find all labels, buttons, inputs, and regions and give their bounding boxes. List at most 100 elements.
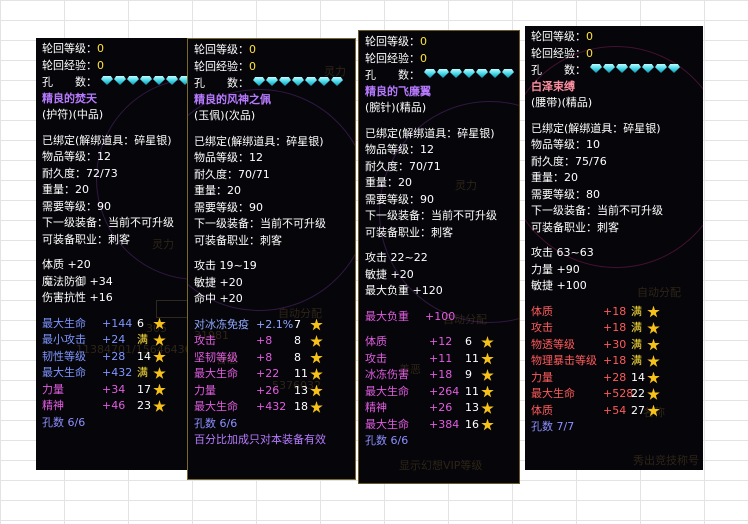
star-icon [310,351,323,364]
star-icon [153,367,166,379]
extra-stat-value: +384 [429,417,460,431]
stat-label: 轮回等级： [365,35,420,48]
stat-label: 轮回经验： [531,46,586,60]
refine-level: 11 [465,351,479,365]
basic-info-line: 物品等级：12 [194,151,263,164]
star-icon [481,385,494,398]
stat-label: 轮回等级： [194,43,249,56]
refine-level: 满 [137,333,148,346]
stat-value: 0 [249,59,256,73]
extra-stat-label: 力量 [42,382,64,396]
base-stat-line: 敏捷 +100 [531,279,587,292]
extra-stat-line: 韧性等级 +28 14 [42,349,196,366]
star-icon [647,338,660,351]
extra-stat-label: 体质 [365,335,387,348]
basic-info-line: 需要等级：80 [531,187,600,201]
stat-line: 轮回经验：0 [42,58,196,75]
diamond-gem-icon [463,69,475,78]
stat-line: 孔 数： [194,75,355,92]
gem-sockets [253,75,344,92]
basic-info-line: 耐久度：70/71 [365,159,441,173]
extra-stat-label: 精神 [365,401,387,414]
item-type: (玉佩)(次品) [194,109,256,122]
item-name: 精良的焚天 [42,91,97,105]
star-icon [647,404,660,417]
extra-stat-line: 攻击 +18 满 [531,320,703,337]
extra-stat-line: 最大生命 +432 18 [194,399,355,416]
extra-stat-line: 最大生命 +384 16 [365,417,519,434]
basic-info-line: 物品等级：10 [531,138,600,151]
extra-stat-label: 对冰冻免疫 [194,317,249,331]
extra-stat-label: 最大生命 [42,316,86,330]
diamond-gem-icon [305,77,317,86]
extra-stat-label: 物透等级 [531,337,575,351]
stat-label: 轮回经验： [194,59,249,73]
refine-level: 8 [294,334,301,347]
stat-value: 0 [420,35,427,48]
diamond-gem-icon [489,69,501,78]
extra-stat-line: 对冰冻免疫 +2.1% 7 [194,317,355,334]
extra-stat-label: 力量 [531,370,553,384]
refine-level: 9 [465,368,472,381]
base-stat-line: 命中 +20 [194,292,243,305]
extra-stat-line: 物透等级 +30 满 [531,337,703,354]
extra-stat-label: 冰冻伤害 [365,368,409,381]
basic-info-line: 可装备职业：刺客 [365,225,453,239]
star-icon [481,352,494,365]
diamond-gem-icon [629,64,641,73]
refine-level: 满 [631,354,642,367]
extra-stat-label: 最大生命 [365,384,409,398]
basic-info-line: 需要等级：90 [365,192,434,206]
item-type: (腰带)(精品) [531,96,593,109]
extra-stat-value: +28 [102,349,126,363]
diamond-gem-icon [437,69,449,78]
extra-stat-value: +26 [429,401,453,414]
extra-stat-value: +432 [256,400,287,413]
stat-value: 0 [420,51,427,65]
refine-level: 27 [631,403,645,417]
extra-stat-label: 体质 [531,304,553,318]
base-stat-line: 攻击 22~22 [365,251,428,264]
basic-info-line: 已绑定(解绑道具：碎星银) [531,121,661,135]
base-stat-line: 力量 +90 [531,262,580,276]
extra-stat-line: 精神 +26 13 [365,400,519,417]
star-icon [153,334,166,346]
extra-stat-label: 最大生命 [194,367,238,380]
refine-level: 6 [465,335,472,348]
stat-label: 轮回等级： [42,42,97,55]
stat-line: 轮回经验：0 [365,51,519,68]
extra-stat-line: 坚韧等级 +8 8 [194,350,355,367]
basic-info-line: 物品等级：12 [365,143,434,156]
refine-level: 7 [294,317,301,331]
extra-stat-value: +12 [429,335,453,348]
star-icon [310,335,323,347]
extra-stat-value: +11 [429,351,453,365]
extra-stat-value: +22 [256,367,280,380]
diamond-gem-icon [502,69,514,78]
star-icon [481,418,494,431]
stat-label: 孔 数： [194,76,249,90]
refine-level: 11 [294,367,308,380]
refine-level: 满 [137,366,148,379]
refine-level: 满 [631,321,642,334]
extra-stat-line: 力量 +26 13 [194,383,355,400]
star-icon [153,350,166,363]
extra-stat-value: +46 [102,399,126,412]
extra-stat-line: 攻击 +8 8 [194,333,355,350]
basic-info-line: 已绑定(解绑道具：碎星银) [365,126,495,140]
basic-info-line: 下一级装备：当前不可升级 [42,216,174,229]
refine-level: 6 [137,316,144,330]
refine-level: 满 [631,304,642,318]
extra-stat-value: +24 [102,333,126,346]
extra-stat-line: 最大生命 +264 11 [365,384,519,401]
extra-stat-line: 冰冻伤害 +18 9 [365,367,519,384]
extra-stat-value: +28 [603,370,627,384]
diamond-gem-icon [331,77,343,86]
extra-stat-line: 最大生命 +22 11 [194,366,355,383]
